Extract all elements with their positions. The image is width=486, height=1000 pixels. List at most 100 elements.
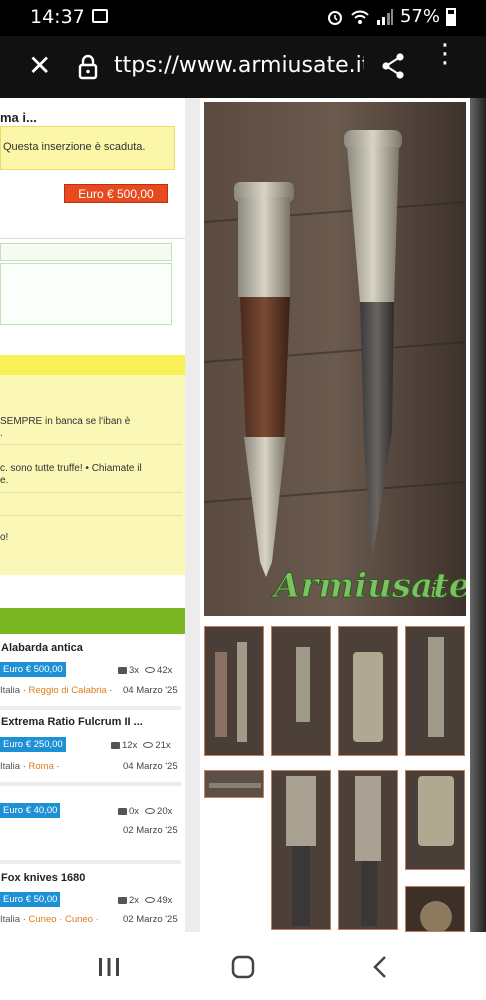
warning-line: c. sono tutte truffe! • Chiamate il xyxy=(0,463,142,474)
view-count: 21x xyxy=(155,740,171,751)
list-item[interactable]: Euro € 40,00 0x 20x 02 Marzo '25 xyxy=(0,798,181,858)
listing-date: 02 Marzo '25 xyxy=(123,825,178,836)
page-edge xyxy=(470,98,486,932)
location-sep: · Cuneo · xyxy=(56,914,99,925)
view-count: 49x xyxy=(157,895,173,906)
eye-icon xyxy=(143,742,154,749)
share-icon[interactable] xyxy=(380,52,406,80)
price-badge: Euro € 50,00 xyxy=(0,892,61,907)
listing-name[interactable]: Extrema Ratio Fulcrum II ... xyxy=(1,716,143,728)
camera-icon xyxy=(118,807,127,815)
photo-count: 3x xyxy=(129,665,140,676)
warning-divider xyxy=(0,492,182,493)
thumbnail[interactable] xyxy=(405,626,465,756)
eye-icon xyxy=(145,667,156,674)
thumbnail[interactable] xyxy=(338,626,398,756)
listing-stats: 0x 20x xyxy=(118,806,172,817)
thumbnail[interactable] xyxy=(338,770,398,930)
list-item[interactable]: Fox knives 1680 Euro € 50,00 2x 49x Itali… xyxy=(0,872,181,932)
price-badge: Euro € 500,00 xyxy=(0,662,66,677)
warning-line: SEMPRE in banca se l'iban è xyxy=(0,416,131,427)
city: Cuneo xyxy=(28,914,57,925)
divider xyxy=(0,238,185,239)
listing-location: Italia · Cuneo · Cuneo · xyxy=(0,914,99,925)
wifi-icon xyxy=(351,10,369,24)
svg-text:.it: .it xyxy=(424,578,446,602)
price-badge: Euro € 40,00 xyxy=(0,803,61,818)
android-nav-bar xyxy=(0,932,486,1000)
warning-box: SEMPRE in banca se l'iban è . c. sono tu… xyxy=(0,375,185,575)
battery-icon xyxy=(446,7,456,26)
warning-header xyxy=(0,355,185,375)
eye-icon xyxy=(145,808,156,815)
view-count: 20x xyxy=(157,806,173,817)
region: Italia xyxy=(0,685,21,696)
camera-icon xyxy=(118,896,127,904)
separator xyxy=(0,860,181,864)
camera-icon xyxy=(111,741,120,749)
listing-location: Italia · Reggio di Calabria · xyxy=(0,685,113,696)
web-page: ma i... Questa inserzione è scaduta. Eur… xyxy=(0,98,486,932)
recent-apps-icon[interactable] xyxy=(94,952,124,982)
battery-percent: 57% xyxy=(399,6,440,27)
warning-line: e. xyxy=(0,475,9,486)
url-text[interactable]: ttps://www.armiusate.it/a xyxy=(114,53,364,78)
region: Italia xyxy=(0,761,21,772)
location-sep: · xyxy=(106,685,113,696)
thumbnail[interactable] xyxy=(204,770,264,798)
separator xyxy=(0,782,181,786)
separator xyxy=(0,706,181,710)
status-time: 14:37 xyxy=(30,6,85,28)
price-button[interactable]: Euro € 500,00 xyxy=(64,184,168,203)
warning-divider xyxy=(0,515,182,516)
location-sep: · xyxy=(53,761,60,772)
listing-stats: 3x 42x xyxy=(118,665,172,676)
listing-stats: 12x 21x xyxy=(111,740,171,751)
view-count: 42x xyxy=(157,665,173,676)
back-icon[interactable] xyxy=(366,952,396,982)
expired-notice-text: Questa inserzione è scaduta. xyxy=(3,141,146,153)
gallery-icon xyxy=(92,9,108,23)
region: Italia xyxy=(0,914,21,925)
list-item[interactable]: Alabarda antica Euro € 500,00 3x 42x Ital… xyxy=(0,642,181,706)
photo-count: 2x xyxy=(129,895,140,906)
photo-count: 0x xyxy=(129,806,140,817)
more-menu-icon[interactable]: ⋮ xyxy=(432,41,458,67)
thumbnail[interactable] xyxy=(405,770,465,870)
city: Roma xyxy=(28,761,54,772)
listing-date: 04 Marzo '25 xyxy=(123,685,178,696)
listing-location: Italia · Roma · xyxy=(0,761,60,772)
lock-icon[interactable] xyxy=(78,54,98,80)
status-right: 57% xyxy=(326,6,456,27)
listing-date: 04 Marzo '25 xyxy=(123,761,178,772)
browser-toolbar: ✕ ttps://www.armiusate.it/a ⋮ xyxy=(0,36,486,98)
warning-line: o! xyxy=(0,532,9,543)
warning-divider xyxy=(0,444,182,445)
price-badge: Euro € 250,00 xyxy=(0,737,66,752)
thumbnail[interactable] xyxy=(271,626,331,756)
thumbnail[interactable] xyxy=(405,886,465,932)
home-icon[interactable] xyxy=(228,952,258,982)
camera-icon xyxy=(118,666,127,674)
expired-notice: Questa inserzione è scaduta. xyxy=(0,126,175,170)
listing-column: ma i... Questa inserzione è scaduta. Eur… xyxy=(0,98,185,932)
listing-name[interactable]: Fox knives 1680 xyxy=(1,872,85,884)
close-icon[interactable]: ✕ xyxy=(28,50,51,82)
dagger-photo: Armiusate .it xyxy=(204,102,466,616)
thumbnail[interactable] xyxy=(271,770,331,930)
main-photo[interactable]: Armiusate .it xyxy=(204,102,466,616)
thumbnail[interactable] xyxy=(204,626,264,756)
alarm-icon xyxy=(327,10,342,25)
photo-count: 12x xyxy=(122,740,138,751)
status-bar: 14:37 57% xyxy=(0,0,486,36)
contact-field[interactable] xyxy=(0,243,172,261)
message-field[interactable] xyxy=(0,263,172,325)
listing-stats: 2x 49x xyxy=(118,895,172,906)
city: Reggio di Calabria xyxy=(28,685,107,696)
list-item[interactable]: Extrema Ratio Fulcrum II ... Euro € 250,… xyxy=(0,716,181,778)
eye-icon xyxy=(145,897,156,904)
listing-name[interactable]: Alabarda antica xyxy=(1,642,83,654)
signal-icon xyxy=(376,8,393,25)
listing-date: 02 Marzo '25 xyxy=(123,914,178,925)
warning-line: . xyxy=(0,428,3,439)
